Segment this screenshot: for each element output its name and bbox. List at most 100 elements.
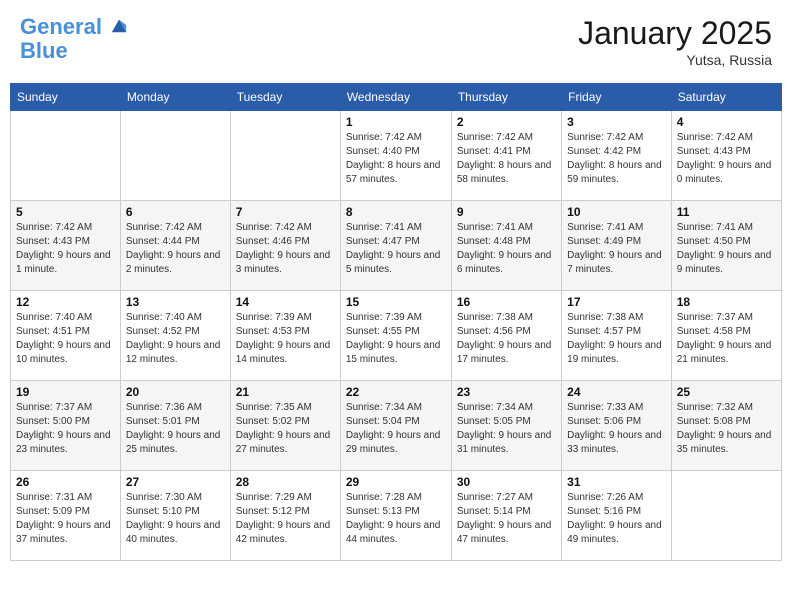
day-cell-18: 18 Sunrise: 7:37 AM Sunset: 4:58 PM Dayli… bbox=[671, 291, 781, 381]
day-number: 29 bbox=[346, 475, 446, 489]
empty-cell bbox=[230, 111, 340, 201]
day-number: 31 bbox=[567, 475, 666, 489]
day-number: 16 bbox=[457, 295, 556, 309]
day-number: 19 bbox=[16, 385, 115, 399]
day-info: Sunrise: 7:38 AM Sunset: 4:56 PM Dayligh… bbox=[457, 311, 556, 367]
day-info: Sunrise: 7:38 AM Sunset: 4:57 PM Dayligh… bbox=[567, 311, 666, 367]
weekday-header-sunday: Sunday bbox=[11, 84, 121, 111]
day-number: 15 bbox=[346, 295, 446, 309]
day-number: 2 bbox=[457, 115, 556, 129]
day-cell-24: 24 Sunrise: 7:33 AM Sunset: 5:06 PM Dayli… bbox=[562, 381, 672, 471]
day-number: 7 bbox=[236, 205, 335, 219]
day-cell-29: 29Sunrise: 7:28 AM Sunset: 5:13 PM Dayli… bbox=[340, 471, 451, 561]
day-cell-23: 23 Sunrise: 7:34 AM Sunset: 5:05 PM Dayli… bbox=[451, 381, 561, 471]
location: Yutsa, Russia bbox=[578, 52, 772, 68]
weekday-header-thursday: Thursday bbox=[451, 84, 561, 111]
day-number: 21 bbox=[236, 385, 335, 399]
day-info: Sunrise: 7:42 AM Sunset: 4:41 PM Dayligh… bbox=[457, 131, 556, 187]
week-row-1: 1Sunrise: 7:42 AM Sunset: 4:40 PM Daylig… bbox=[11, 111, 782, 201]
day-cell-20: 20 Sunrise: 7:36 AM Sunset: 5:01 PM Dayli… bbox=[120, 381, 230, 471]
day-info: Sunrise: 7:42 AM Sunset: 4:44 PM Dayligh… bbox=[126, 221, 225, 277]
day-info: Sunrise: 7:42 AM Sunset: 4:42 PM Dayligh… bbox=[567, 131, 666, 187]
logo-icon bbox=[110, 16, 128, 34]
week-row-5: 26 Sunrise: 7:31 AM Sunset: 5:09 PM Dayli… bbox=[11, 471, 782, 561]
day-cell-12: 12 Sunrise: 7:40 AM Sunset: 4:51 PM Dayli… bbox=[11, 291, 121, 381]
day-cell-25: 25Sunrise: 7:32 AM Sunset: 5:08 PM Dayli… bbox=[671, 381, 781, 471]
calendar-body: 1Sunrise: 7:42 AM Sunset: 4:40 PM Daylig… bbox=[11, 111, 782, 561]
day-number: 24 bbox=[567, 385, 666, 399]
day-cell-9: 9Sunrise: 7:41 AM Sunset: 4:48 PM Daylig… bbox=[451, 201, 561, 291]
day-cell-13: 13Sunrise: 7:40 AM Sunset: 4:52 PM Dayli… bbox=[120, 291, 230, 381]
logo: General Blue bbox=[20, 15, 128, 63]
day-number: 12 bbox=[16, 295, 115, 309]
day-cell-16: 16 Sunrise: 7:38 AM Sunset: 4:56 PM Dayli… bbox=[451, 291, 561, 381]
day-cell-26: 26 Sunrise: 7:31 AM Sunset: 5:09 PM Dayli… bbox=[11, 471, 121, 561]
day-info: Sunrise: 7:42 AM Sunset: 4:46 PM Dayligh… bbox=[236, 221, 335, 277]
day-cell-3: 3 Sunrise: 7:42 AM Sunset: 4:42 PM Daylig… bbox=[562, 111, 672, 201]
day-cell-6: 6 Sunrise: 7:42 AM Sunset: 4:44 PM Daylig… bbox=[120, 201, 230, 291]
day-number: 22 bbox=[346, 385, 446, 399]
day-info: Sunrise: 7:30 AM Sunset: 5:10 PM Dayligh… bbox=[126, 491, 225, 547]
day-info: Sunrise: 7:31 AM Sunset: 5:09 PM Dayligh… bbox=[16, 491, 115, 547]
empty-cell bbox=[120, 111, 230, 201]
day-cell-4: 4Sunrise: 7:42 AM Sunset: 4:43 PM Daylig… bbox=[671, 111, 781, 201]
day-info: Sunrise: 7:32 AM Sunset: 5:08 PM Dayligh… bbox=[677, 401, 776, 457]
day-number: 5 bbox=[16, 205, 115, 219]
day-cell-8: 8 Sunrise: 7:41 AM Sunset: 4:47 PM Daylig… bbox=[340, 201, 451, 291]
day-number: 1 bbox=[346, 115, 446, 129]
day-info: Sunrise: 7:29 AM Sunset: 5:12 PM Dayligh… bbox=[236, 491, 335, 547]
day-info: Sunrise: 7:41 AM Sunset: 4:48 PM Dayligh… bbox=[457, 221, 556, 277]
day-cell-22: 22Sunrise: 7:34 AM Sunset: 5:04 PM Dayli… bbox=[340, 381, 451, 471]
calendar-header: SundayMondayTuesdayWednesdayThursdayFrid… bbox=[11, 84, 782, 111]
week-row-4: 19 Sunrise: 7:37 AM Sunset: 5:00 PM Dayli… bbox=[11, 381, 782, 471]
day-number: 30 bbox=[457, 475, 556, 489]
day-info: Sunrise: 7:39 AM Sunset: 4:55 PM Dayligh… bbox=[346, 311, 446, 367]
week-row-3: 12 Sunrise: 7:40 AM Sunset: 4:51 PM Dayli… bbox=[11, 291, 782, 381]
page-header: General Blue January 2025 Yutsa, Russia bbox=[10, 10, 782, 73]
empty-cell bbox=[671, 471, 781, 561]
day-info: Sunrise: 7:40 AM Sunset: 4:51 PM Dayligh… bbox=[16, 311, 115, 367]
day-number: 14 bbox=[236, 295, 335, 309]
weekday-header-row: SundayMondayTuesdayWednesdayThursdayFrid… bbox=[11, 84, 782, 111]
empty-cell bbox=[11, 111, 121, 201]
day-info: Sunrise: 7:33 AM Sunset: 5:06 PM Dayligh… bbox=[567, 401, 666, 457]
day-info: Sunrise: 7:41 AM Sunset: 4:47 PM Dayligh… bbox=[346, 221, 446, 277]
logo-blue: Blue bbox=[20, 38, 68, 63]
day-cell-30: 30 Sunrise: 7:27 AM Sunset: 5:14 PM Dayli… bbox=[451, 471, 561, 561]
day-number: 3 bbox=[567, 115, 666, 129]
day-info: Sunrise: 7:37 AM Sunset: 4:58 PM Dayligh… bbox=[677, 311, 776, 367]
day-info: Sunrise: 7:35 AM Sunset: 5:02 PM Dayligh… bbox=[236, 401, 335, 457]
day-info: Sunrise: 7:41 AM Sunset: 4:49 PM Dayligh… bbox=[567, 221, 666, 277]
day-info: Sunrise: 7:39 AM Sunset: 4:53 PM Dayligh… bbox=[236, 311, 335, 367]
day-number: 27 bbox=[126, 475, 225, 489]
day-number: 26 bbox=[16, 475, 115, 489]
day-number: 23 bbox=[457, 385, 556, 399]
logo-general: General bbox=[20, 14, 102, 39]
day-number: 6 bbox=[126, 205, 225, 219]
day-cell-21: 21 Sunrise: 7:35 AM Sunset: 5:02 PM Dayli… bbox=[230, 381, 340, 471]
weekday-header-monday: Monday bbox=[120, 84, 230, 111]
day-cell-31: 31Sunrise: 7:26 AM Sunset: 5:16 PM Dayli… bbox=[562, 471, 672, 561]
weekday-header-wednesday: Wednesday bbox=[340, 84, 451, 111]
month-title: January 2025 bbox=[578, 15, 772, 52]
day-cell-10: 10Sunrise: 7:41 AM Sunset: 4:49 PM Dayli… bbox=[562, 201, 672, 291]
day-number: 11 bbox=[677, 205, 776, 219]
day-info: Sunrise: 7:40 AM Sunset: 4:52 PM Dayligh… bbox=[126, 311, 225, 367]
day-cell-27: 27 Sunrise: 7:30 AM Sunset: 5:10 PM Dayli… bbox=[120, 471, 230, 561]
day-number: 20 bbox=[126, 385, 225, 399]
weekday-header-friday: Friday bbox=[562, 84, 672, 111]
day-info: Sunrise: 7:27 AM Sunset: 5:14 PM Dayligh… bbox=[457, 491, 556, 547]
day-info: Sunrise: 7:41 AM Sunset: 4:50 PM Dayligh… bbox=[677, 221, 776, 277]
day-info: Sunrise: 7:37 AM Sunset: 5:00 PM Dayligh… bbox=[16, 401, 115, 457]
weekday-header-tuesday: Tuesday bbox=[230, 84, 340, 111]
day-number: 18 bbox=[677, 295, 776, 309]
day-number: 8 bbox=[346, 205, 446, 219]
day-cell-5: 5Sunrise: 7:42 AM Sunset: 4:43 PM Daylig… bbox=[11, 201, 121, 291]
calendar-table: SundayMondayTuesdayWednesdayThursdayFrid… bbox=[10, 83, 782, 561]
day-cell-17: 17Sunrise: 7:38 AM Sunset: 4:57 PM Dayli… bbox=[562, 291, 672, 381]
day-info: Sunrise: 7:34 AM Sunset: 5:05 PM Dayligh… bbox=[457, 401, 556, 457]
day-cell-1: 1Sunrise: 7:42 AM Sunset: 4:40 PM Daylig… bbox=[340, 111, 451, 201]
day-number: 28 bbox=[236, 475, 335, 489]
day-info: Sunrise: 7:36 AM Sunset: 5:01 PM Dayligh… bbox=[126, 401, 225, 457]
title-block: January 2025 Yutsa, Russia bbox=[578, 15, 772, 68]
